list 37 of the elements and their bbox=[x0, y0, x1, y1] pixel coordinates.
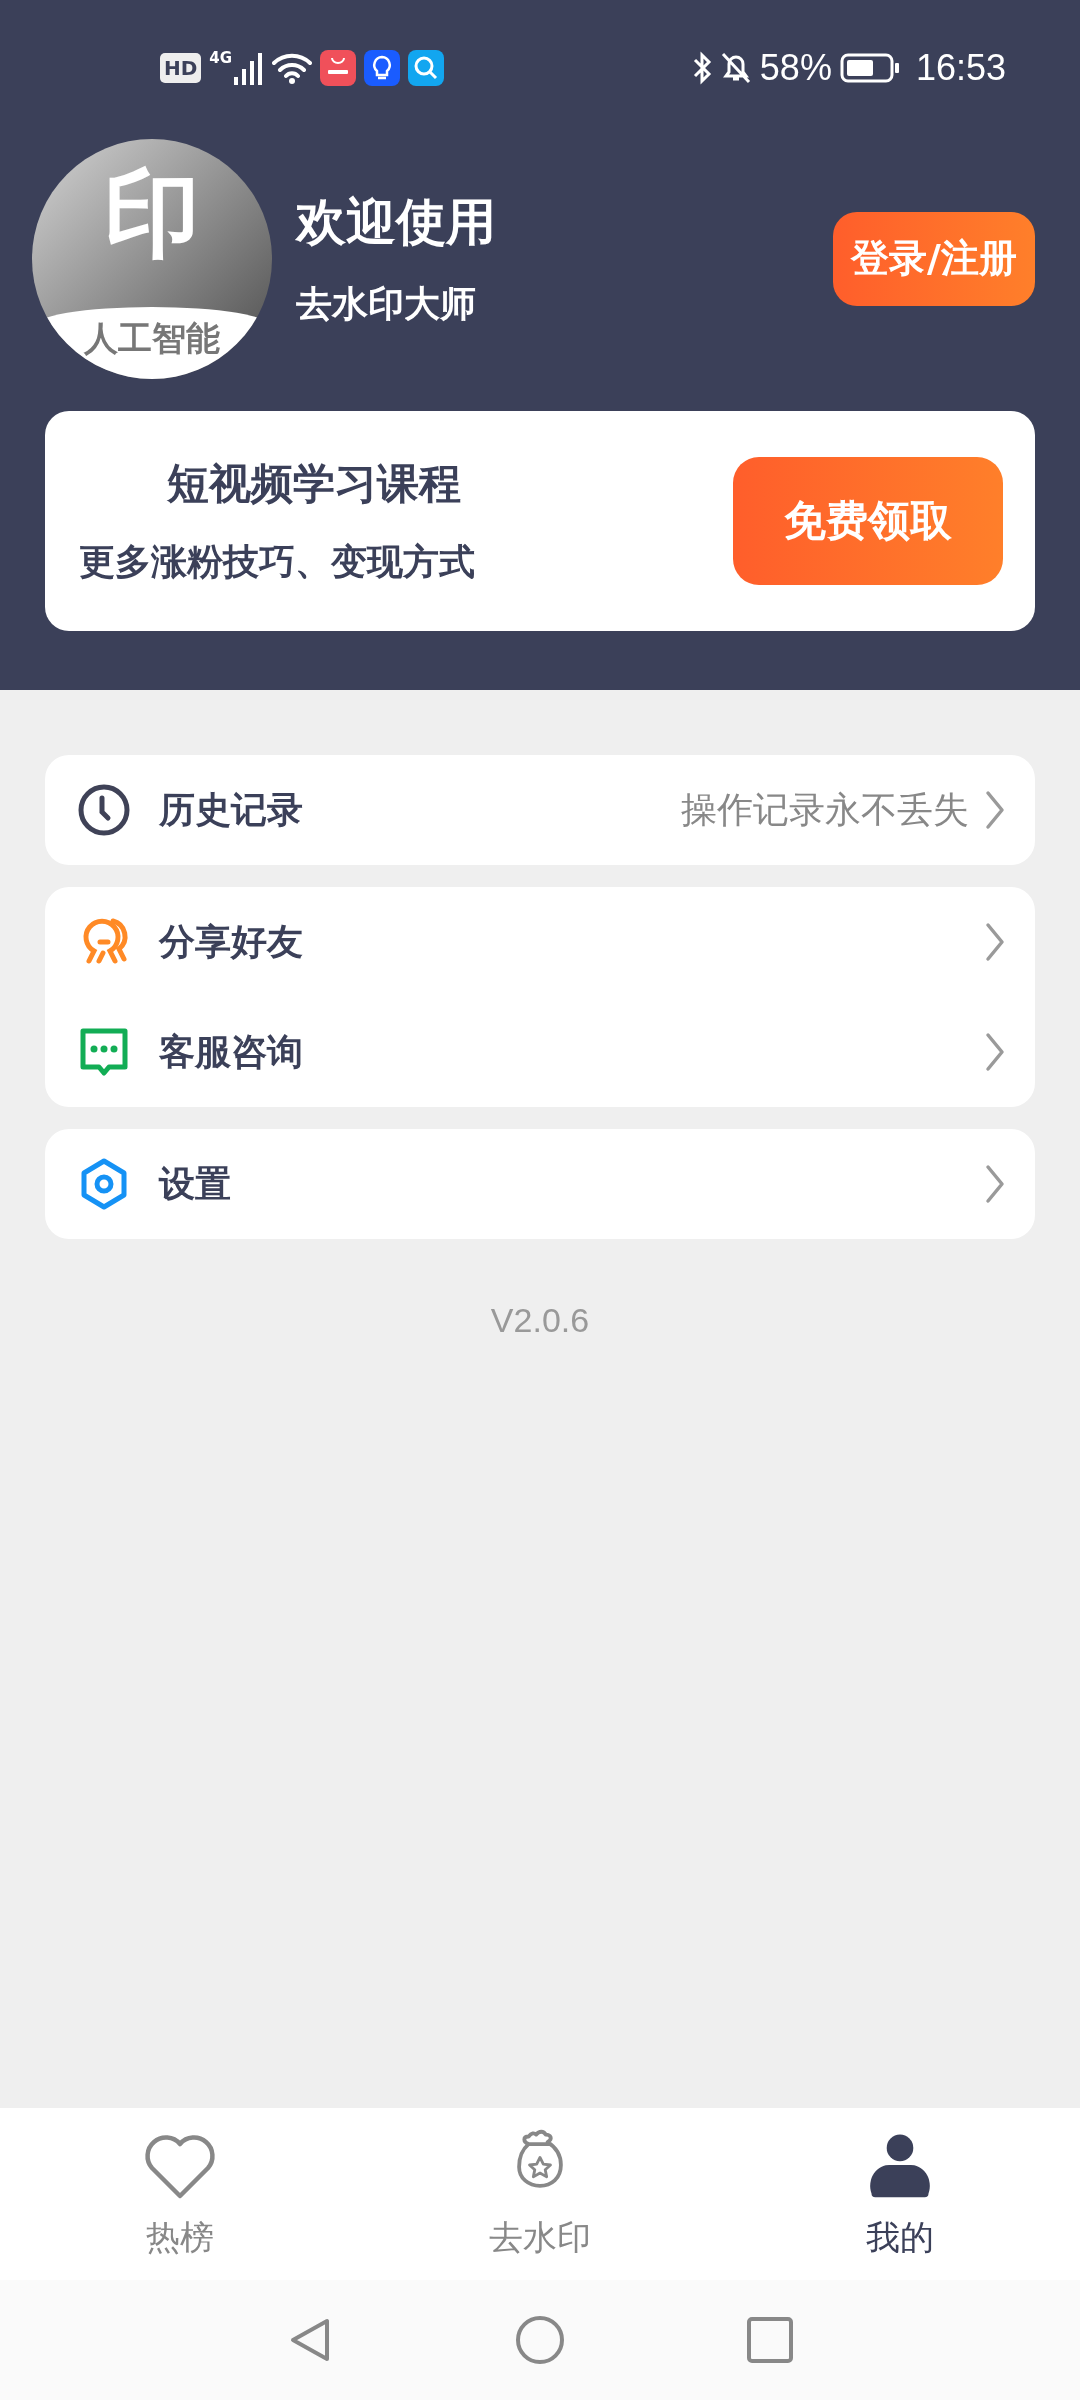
clock: 16:53 bbox=[915, 47, 1006, 89]
menu-label: 历史记录 bbox=[159, 787, 304, 832]
recents-icon[interactable] bbox=[745, 2315, 795, 2365]
search-icon bbox=[408, 50, 445, 86]
promo-title: 短视频学习课程 bbox=[166, 457, 462, 510]
network-type: 4G bbox=[209, 49, 233, 67]
welcome-title: 欢迎使用 bbox=[296, 191, 497, 253]
shopping-bag-icon bbox=[320, 50, 357, 86]
home-icon[interactable] bbox=[515, 2315, 565, 2365]
battery-icon bbox=[839, 53, 900, 83]
tab[interactable]: 我的 bbox=[790, 2127, 1010, 2261]
menu-hint: 操作记录永不丢失 bbox=[681, 787, 969, 832]
menu-item[interactable]: 客服咨询 bbox=[45, 997, 1035, 1107]
tab[interactable]: 去水印 bbox=[430, 2127, 650, 2261]
menu-label: 设置 bbox=[159, 1161, 232, 1206]
menu-item[interactable]: 分享好友 bbox=[45, 887, 1035, 997]
clock-icon bbox=[77, 783, 131, 837]
logo-mark: 印 bbox=[104, 156, 200, 272]
app-name: 去水印大师 bbox=[296, 281, 477, 326]
chevron-icon bbox=[985, 1032, 1005, 1072]
menu-label: 客服咨询 bbox=[159, 1029, 304, 1074]
muted-bell-icon bbox=[719, 51, 752, 85]
battery-percent: 58% bbox=[759, 47, 832, 89]
lightbulb-icon bbox=[364, 50, 401, 86]
menu-label: 分享好友 bbox=[159, 919, 304, 964]
menu-item[interactable]: 历史记录 操作记录永不丢失 bbox=[45, 755, 1035, 865]
version-label: V2.0.6 bbox=[490, 1301, 590, 1340]
signal-icon bbox=[234, 51, 265, 85]
menu-item[interactable]: 设置 bbox=[45, 1129, 1035, 1239]
wifi-icon bbox=[272, 51, 313, 85]
chevron-icon bbox=[985, 922, 1005, 962]
tab[interactable]: 热榜 bbox=[70, 2127, 290, 2261]
chevron-icon bbox=[985, 1164, 1005, 1204]
bluetooth-icon bbox=[691, 51, 712, 85]
chevron-icon bbox=[985, 790, 1005, 830]
promo-subtitle: 更多涨粉技巧、变现方式 bbox=[79, 539, 475, 584]
hd-indicator: HD bbox=[160, 53, 202, 83]
